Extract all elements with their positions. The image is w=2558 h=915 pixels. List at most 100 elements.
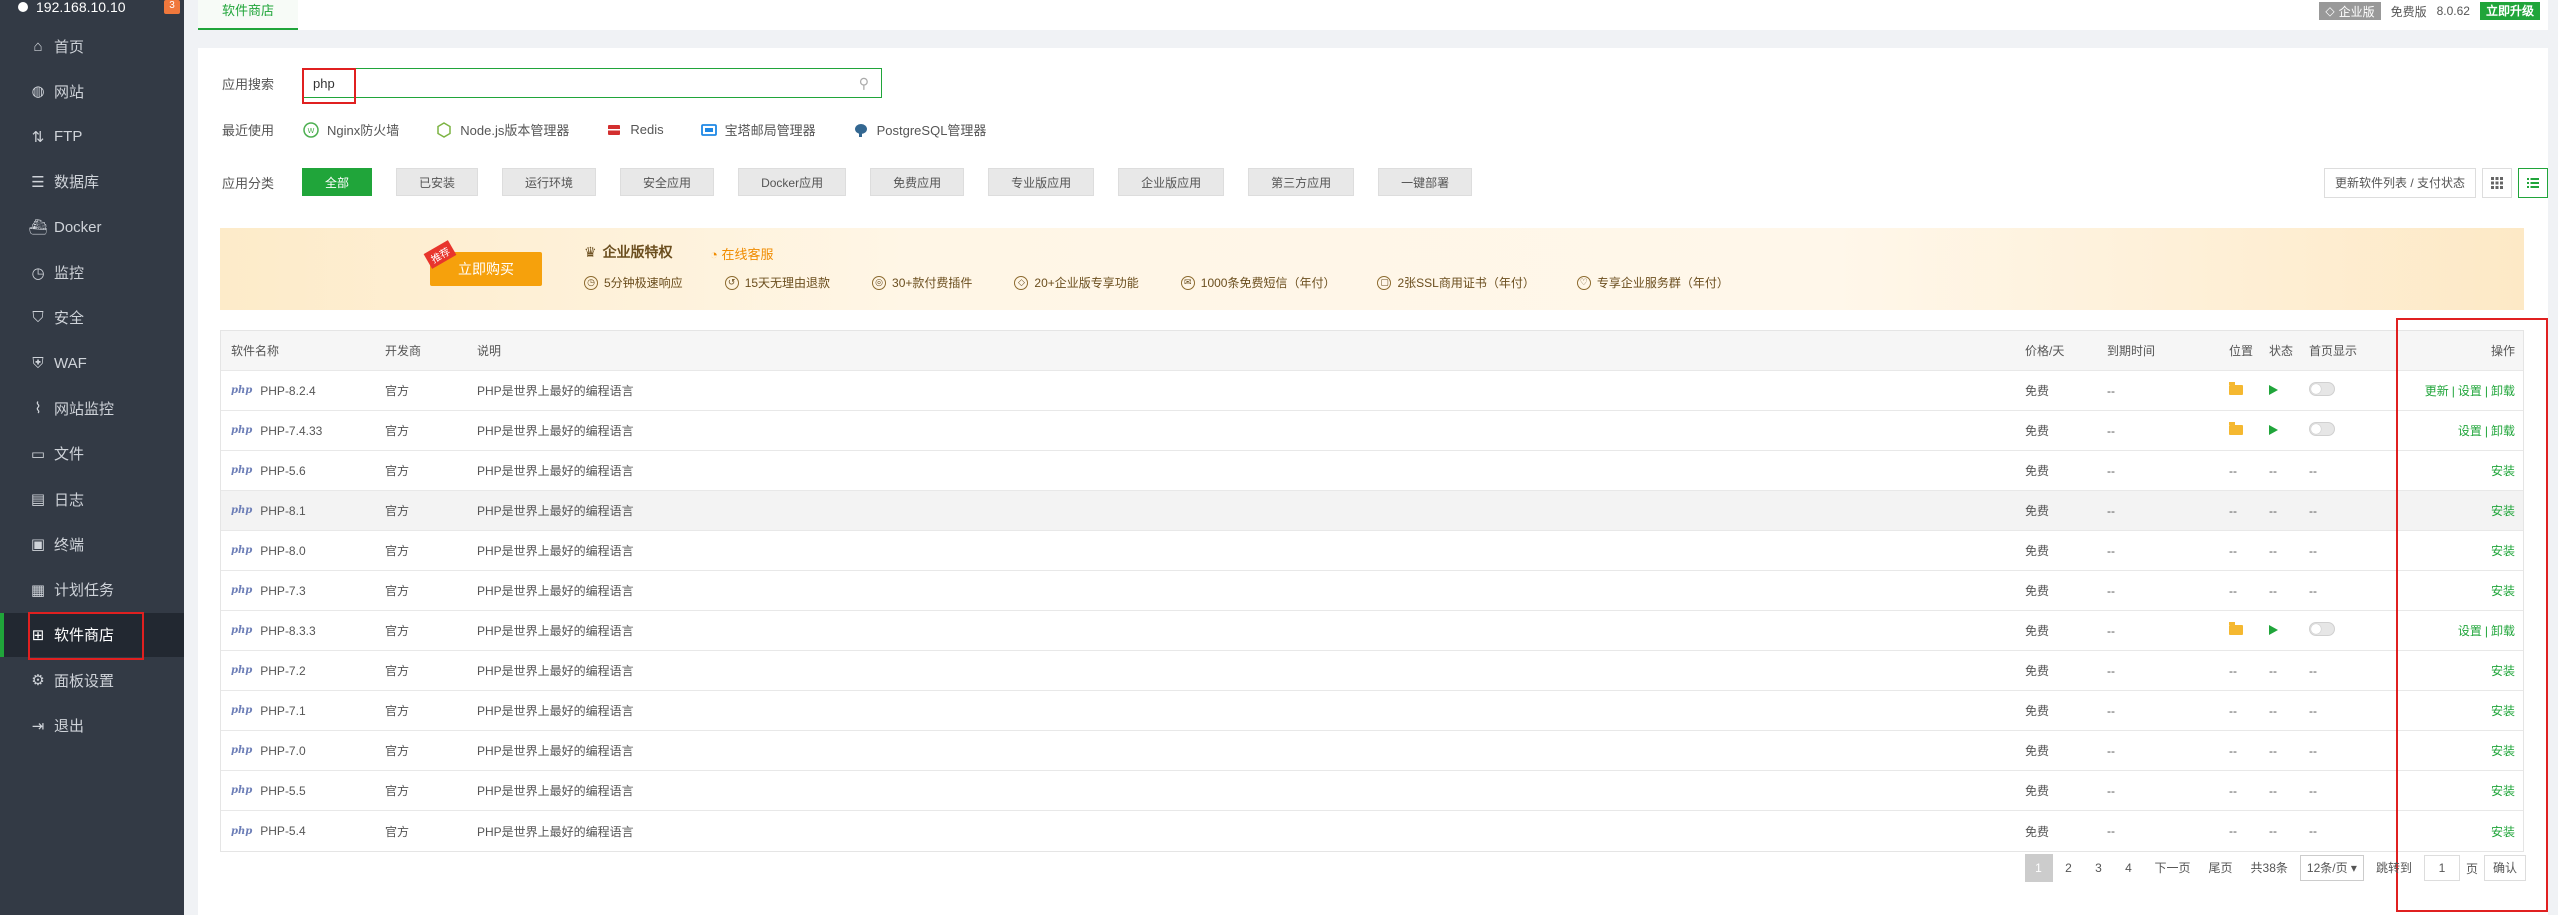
- op-link-0[interactable]: 安装: [2491, 584, 2515, 598]
- search-box[interactable]: ⚲: [302, 68, 882, 98]
- category-tab-7[interactable]: 企业版应用: [1118, 168, 1225, 196]
- sidebar-item-6[interactable]: ⛉ 安全: [0, 296, 184, 340]
- feature-item: ◎ 30+款付费插件: [872, 274, 972, 291]
- op-link-2[interactable]: 卸载: [2491, 384, 2515, 398]
- sidebar-item-9[interactable]: ▭ 文件: [0, 432, 184, 476]
- op-link-0[interactable]: 安装: [2491, 544, 2515, 558]
- expire-cell: --: [2107, 824, 2115, 838]
- sidebar-item-15[interactable]: ⇥ 退出: [0, 704, 184, 748]
- page-button-2[interactable]: 2: [2055, 854, 2083, 882]
- folder-icon[interactable]: [2229, 421, 2243, 435]
- sidebar-item-7[interactable]: ⛨ WAF: [0, 341, 184, 385]
- software-name-cell: php PHP-5.6: [221, 464, 385, 478]
- homepage-cell[interactable]: [2309, 622, 2409, 639]
- sidebar-item-8[interactable]: ⌇ 网站监控: [0, 386, 184, 430]
- expire-cell: --: [2107, 623, 2115, 638]
- search-label: 应用搜索: [222, 76, 275, 92]
- op-link-0[interactable]: 更新: [2425, 384, 2449, 398]
- category-tab-6[interactable]: 专业版应用: [988, 168, 1095, 196]
- category-tab-8[interactable]: 第三方应用: [1248, 168, 1355, 196]
- sidebar-item-1[interactable]: ◍ 网站: [0, 69, 184, 113]
- description-cell: PHP是世界上最好的编程语言: [477, 504, 634, 518]
- recent-item-postgresql[interactable]: PostgreSQL管理器: [852, 120, 986, 139]
- op-link-0[interactable]: 安装: [2491, 704, 2515, 718]
- sidebar-item-13[interactable]: ⊞ 软件商店: [0, 612, 184, 657]
- folder-icon[interactable]: [2229, 621, 2243, 635]
- running-status-icon[interactable]: [2269, 384, 2278, 395]
- op-link-1[interactable]: 设置: [2458, 384, 2482, 398]
- page-button-1[interactable]: 1: [2024, 854, 2053, 882]
- status-cell[interactable]: [2269, 384, 2309, 398]
- category-tab-1[interactable]: 已安装: [396, 168, 479, 196]
- online-service-link[interactable]: ◔ 在线客服: [710, 244, 774, 263]
- page-button-3[interactable]: 3: [2085, 854, 2113, 882]
- homepage-toggle[interactable]: [2309, 622, 2335, 636]
- recent-item-label: Redis: [630, 122, 664, 137]
- developer-cell: 官方: [385, 544, 410, 558]
- search-icon[interactable]: ⚲: [859, 75, 869, 92]
- category-tab-4[interactable]: Docker应用: [738, 168, 847, 196]
- category-tab-0[interactable]: 全部: [302, 168, 373, 196]
- op-link-1[interactable]: 卸载: [2491, 624, 2515, 638]
- op-link-1[interactable]: 卸载: [2491, 424, 2515, 438]
- op-link-0[interactable]: 安装: [2491, 464, 2515, 478]
- sidebar-item-5[interactable]: ◷ 监控: [0, 251, 184, 295]
- homepage-cell[interactable]: [2309, 382, 2409, 399]
- status-cell[interactable]: [2269, 624, 2309, 638]
- folder-icon[interactable]: [2229, 381, 2243, 395]
- op-link-0[interactable]: 安装: [2491, 744, 2515, 758]
- sidebar-item-12[interactable]: ▦ 计划任务: [0, 568, 184, 612]
- op-link-0[interactable]: 设置: [2458, 624, 2482, 638]
- sidebar-item-0[interactable]: ⌂ 首页: [0, 24, 184, 68]
- grid-view-button[interactable]: [2482, 168, 2512, 198]
- homepage-cell[interactable]: [2309, 422, 2409, 439]
- category-tab-2[interactable]: 运行环境: [502, 168, 597, 196]
- op-link-0[interactable]: 安装: [2491, 784, 2515, 798]
- recent-item-nginx-firewall[interactable]: W Nginx防火墙: [302, 120, 399, 139]
- notification-badge[interactable]: 3: [164, 0, 180, 14]
- category-tab-9[interactable]: 一键部署: [1378, 168, 1473, 196]
- location-cell[interactable]: [2229, 621, 2269, 638]
- location-cell[interactable]: [2229, 421, 2269, 438]
- status-cell[interactable]: [2269, 424, 2309, 438]
- op-link-0[interactable]: 安装: [2491, 664, 2515, 678]
- list-view-button[interactable]: [2518, 168, 2548, 198]
- sidebar-item-14[interactable]: ⚙ 面板设置: [0, 658, 184, 702]
- refresh-list-button[interactable]: 更新软件列表 / 支付状态: [2323, 168, 2476, 198]
- price-cell: 免费: [2025, 544, 2050, 558]
- upgrade-button[interactable]: 立即升级: [2479, 2, 2540, 20]
- sidebar-item-11[interactable]: ▣ 终端: [0, 522, 184, 566]
- jump-confirm-button[interactable]: 确认: [2483, 855, 2526, 881]
- op-link-0[interactable]: 设置: [2458, 424, 2482, 438]
- homepage-cell: --: [2309, 663, 2317, 678]
- per-page-select[interactable]: 12条/页 ▾: [2299, 855, 2364, 881]
- running-status-icon[interactable]: [2269, 624, 2278, 635]
- location-cell[interactable]: [2229, 381, 2269, 398]
- last-page-button[interactable]: 尾页: [2203, 854, 2239, 882]
- developer-cell: 官方: [385, 624, 410, 638]
- homepage-toggle[interactable]: [2309, 422, 2335, 436]
- recent-item-mail[interactable]: 宝塔邮局管理器: [700, 120, 816, 139]
- page-button-4[interactable]: 4: [2115, 854, 2143, 882]
- sidebar-item-3[interactable]: ☰ 数据库: [0, 160, 184, 204]
- category-tab-3[interactable]: 安全应用: [620, 168, 715, 196]
- developer-cell: 官方: [385, 464, 410, 478]
- recent-item-redis[interactable]: Redis: [605, 121, 664, 139]
- sidebar-item-4[interactable]: ⛴ Docker: [0, 205, 184, 249]
- next-page-button[interactable]: 下一页: [2149, 854, 2197, 882]
- search-input[interactable]: [313, 75, 833, 91]
- expire-cell: --: [2107, 783, 2115, 798]
- sidebar-item-10[interactable]: ▤ 日志: [0, 477, 184, 521]
- sidebar-item-label: 安全: [54, 310, 85, 328]
- sidebar-item-2[interactable]: ⇅ FTP: [0, 115, 184, 159]
- running-status-icon[interactable]: [2269, 424, 2278, 435]
- jump-page-input[interactable]: 1: [2423, 855, 2460, 881]
- tab-software-store[interactable]: 软件商店: [198, 0, 299, 30]
- homepage-toggle[interactable]: [2309, 382, 2335, 396]
- recent-item-nodejs[interactable]: Node.js版本管理器: [435, 120, 569, 139]
- expire-cell: --: [2107, 543, 2115, 558]
- category-tab-5[interactable]: 免费应用: [870, 168, 965, 196]
- op-link-0[interactable]: 安装: [2491, 504, 2515, 518]
- op-link-0[interactable]: 安装: [2491, 825, 2515, 839]
- enterprise-chip[interactable]: ◇ 企业版: [2319, 2, 2381, 20]
